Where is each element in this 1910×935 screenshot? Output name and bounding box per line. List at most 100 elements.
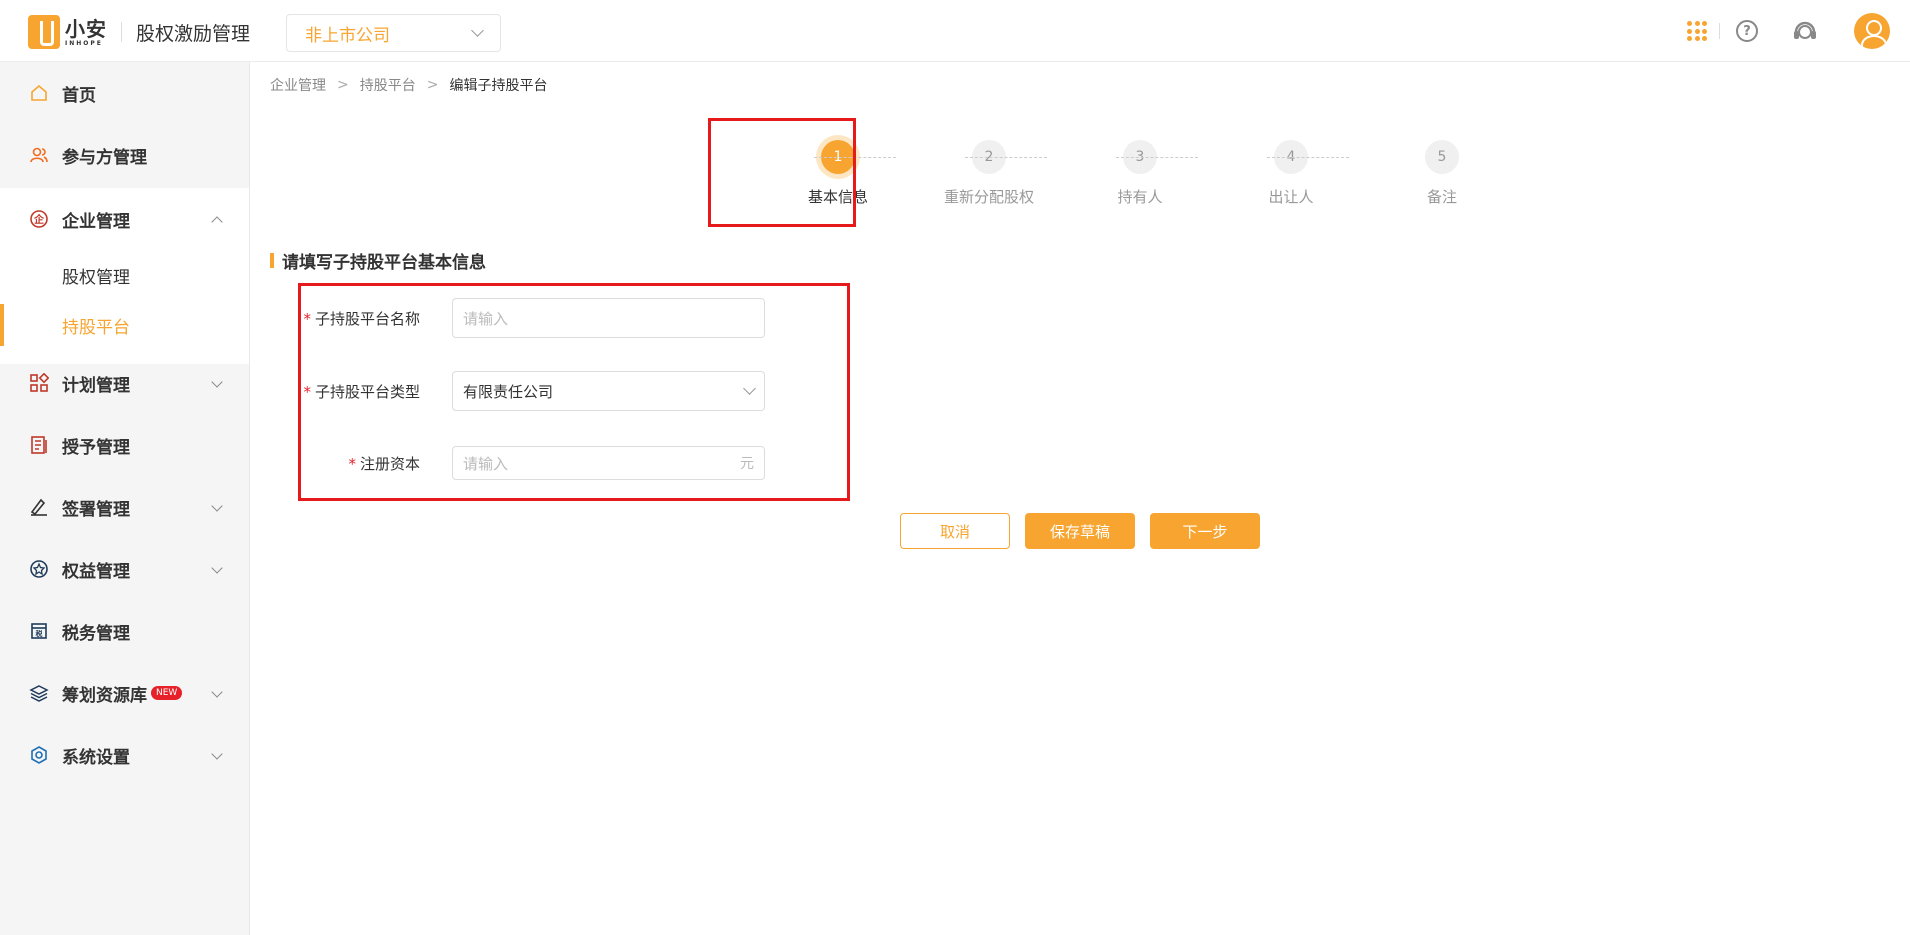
required-mark: * [303,309,311,328]
sidebar-subitem-holding-platform[interactable]: 持股平台 [0,300,249,350]
header-divider [1719,23,1720,39]
sidebar-item-plan[interactable]: 计划管理 [0,352,249,414]
sidebar-item-participants[interactable]: 参与方管理 [0,124,249,186]
breadcrumb-item-current: 编辑子持股平台 [449,78,548,94]
logo[interactable]: 小安 INHOPE 股权激励管理 [28,15,250,49]
company-type-value: 非上市公司 [305,25,390,46]
sidebar-item-label: 授予管理 [62,437,130,458]
step-label: 出让人 [1268,188,1314,206]
step-connector [965,157,1047,158]
sidebar-item-label: 税务管理 [62,623,130,644]
sidebar-item-equity[interactable]: 权益管理 [0,538,249,600]
next-step-button[interactable]: 下一步 [1150,513,1260,549]
platform-name-input[interactable]: 请输入 [452,298,765,338]
sidebar-subitem-label: 持股平台 [62,317,130,338]
chevron-down-icon [211,376,223,388]
sidebar-item-label: 参与方管理 [62,147,147,168]
sidebar-item-label: 权益管理 [62,561,130,582]
form-row-name: * 子持股平台名称 请输入 [300,298,800,338]
required-mark: * [303,382,311,401]
tax-icon: 税 [28,620,50,642]
user-avatar[interactable] [1854,13,1890,49]
sidebar-item-resources[interactable]: 筹划资源库 NEW [0,662,249,724]
sidebar-item-label: 企业管理 [62,211,130,232]
sidebar-item-sign[interactable]: 签署管理 [0,476,249,538]
layers-icon [28,682,50,704]
chevron-down-icon [211,686,223,698]
step-connector [1116,157,1198,158]
sidebar-item-home[interactable]: 首页 [0,62,249,124]
step-4: 4 出让人 [1231,140,1351,207]
sidebar-subitem-label: 股权管理 [62,267,130,288]
step-highlight-box [708,118,856,227]
form-row-type: * 子持股平台类型 有限责任公司 [300,371,800,411]
svg-text:企: 企 [33,213,45,226]
step-number: 5 [1425,140,1459,174]
save-draft-button[interactable]: 保存草稿 [1025,513,1135,549]
capital-unit-suffix: 元 [740,456,754,472]
section-title: 请填写子持股平台基本信息 [270,248,486,273]
sidebar-item-enterprise[interactable]: 企 企业管理 [0,188,249,250]
step-3: 3 持有人 [1080,140,1200,207]
sidebar-item-grant[interactable]: 授予管理 [0,414,249,476]
logo-divider [121,22,122,42]
customer-service-icon[interactable] [1792,18,1818,44]
app-grid-icon[interactable] [1687,21,1707,41]
sidebar-item-label: 签署管理 [62,499,130,520]
enterprise-icon: 企 [28,208,50,230]
users-icon [28,144,50,166]
equity-icon [28,558,50,580]
form-row-capital: * 注册资本 请输入 元 [300,443,800,483]
registered-capital-input[interactable]: 请输入 元 [452,446,765,480]
sidebar-item-settings[interactable]: 系统设置 [0,724,249,786]
step-5: 5 备注 [1382,140,1502,207]
plan-icon [28,372,50,394]
sidebar-item-tax[interactable]: 税 税务管理 [0,600,249,662]
capital-placeholder: 请输入 [463,454,509,473]
sidebar: 首页 参与方管理 企 企业管理 股权管理 持股平台 计划管理 授予管理 签署管理… [0,62,250,935]
sign-icon [28,496,50,518]
required-mark: * [348,454,356,473]
sidebar-item-label: 系统设置 [62,747,130,768]
capital-label-text: 注册资本 [359,454,420,473]
type-label: * 子持股平台类型 [300,381,452,402]
company-type-select[interactable]: 非上市公司 [286,14,501,52]
type-value: 有限责任公司 [463,382,554,401]
grant-icon [28,434,50,456]
logo-mark-icon [28,15,60,49]
step-label: 备注 [1426,188,1457,206]
chevron-down-icon [743,382,756,395]
chevron-down-icon [211,562,223,574]
type-label-text: 子持股平台类型 [314,382,420,401]
sidebar-item-label: 计划管理 [62,375,130,396]
breadcrumb: 企业管理 > 持股平台 > 编辑子持股平台 [270,75,547,95]
breadcrumb-item-platform[interactable]: 持股平台 [360,75,416,95]
sidebar-item-label: 筹划资源库 [62,685,147,706]
home-icon [28,82,50,104]
help-icon[interactable]: ? [1736,20,1758,42]
capital-label: * 注册资本 [300,453,452,474]
name-label: * 子持股平台名称 [300,308,452,329]
cancel-button[interactable]: 取消 [900,513,1010,549]
platform-type-select[interactable]: 有限责任公司 [452,371,765,411]
app-title: 股权激励管理 [136,22,251,45]
chevron-down-icon [211,500,223,512]
sidebar-item-label: 首页 [62,85,96,106]
logo-subtitle: INHOPE [65,39,103,47]
step-connector [1267,157,1349,158]
name-label-text: 子持股平台名称 [314,309,420,328]
chevron-up-icon [211,216,223,228]
sidebar-subitem-equity[interactable]: 股权管理 [0,250,249,300]
logo-name: 小安 [65,16,107,41]
breadcrumb-separator-icon: > [426,77,439,93]
step-label: 重新分配股权 [943,188,1034,206]
settings-icon [28,744,50,766]
new-badge: NEW [151,686,183,700]
chevron-down-icon [211,748,223,760]
chevron-down-icon [471,24,484,37]
top-header: 小安 INHOPE 股权激励管理 非上市公司 ? [0,0,1910,62]
breadcrumb-item-enterprise[interactable]: 企业管理 [270,75,326,95]
breadcrumb-separator-icon: > [337,77,349,93]
name-placeholder: 请输入 [463,309,509,328]
step-label: 持有人 [1117,188,1163,206]
